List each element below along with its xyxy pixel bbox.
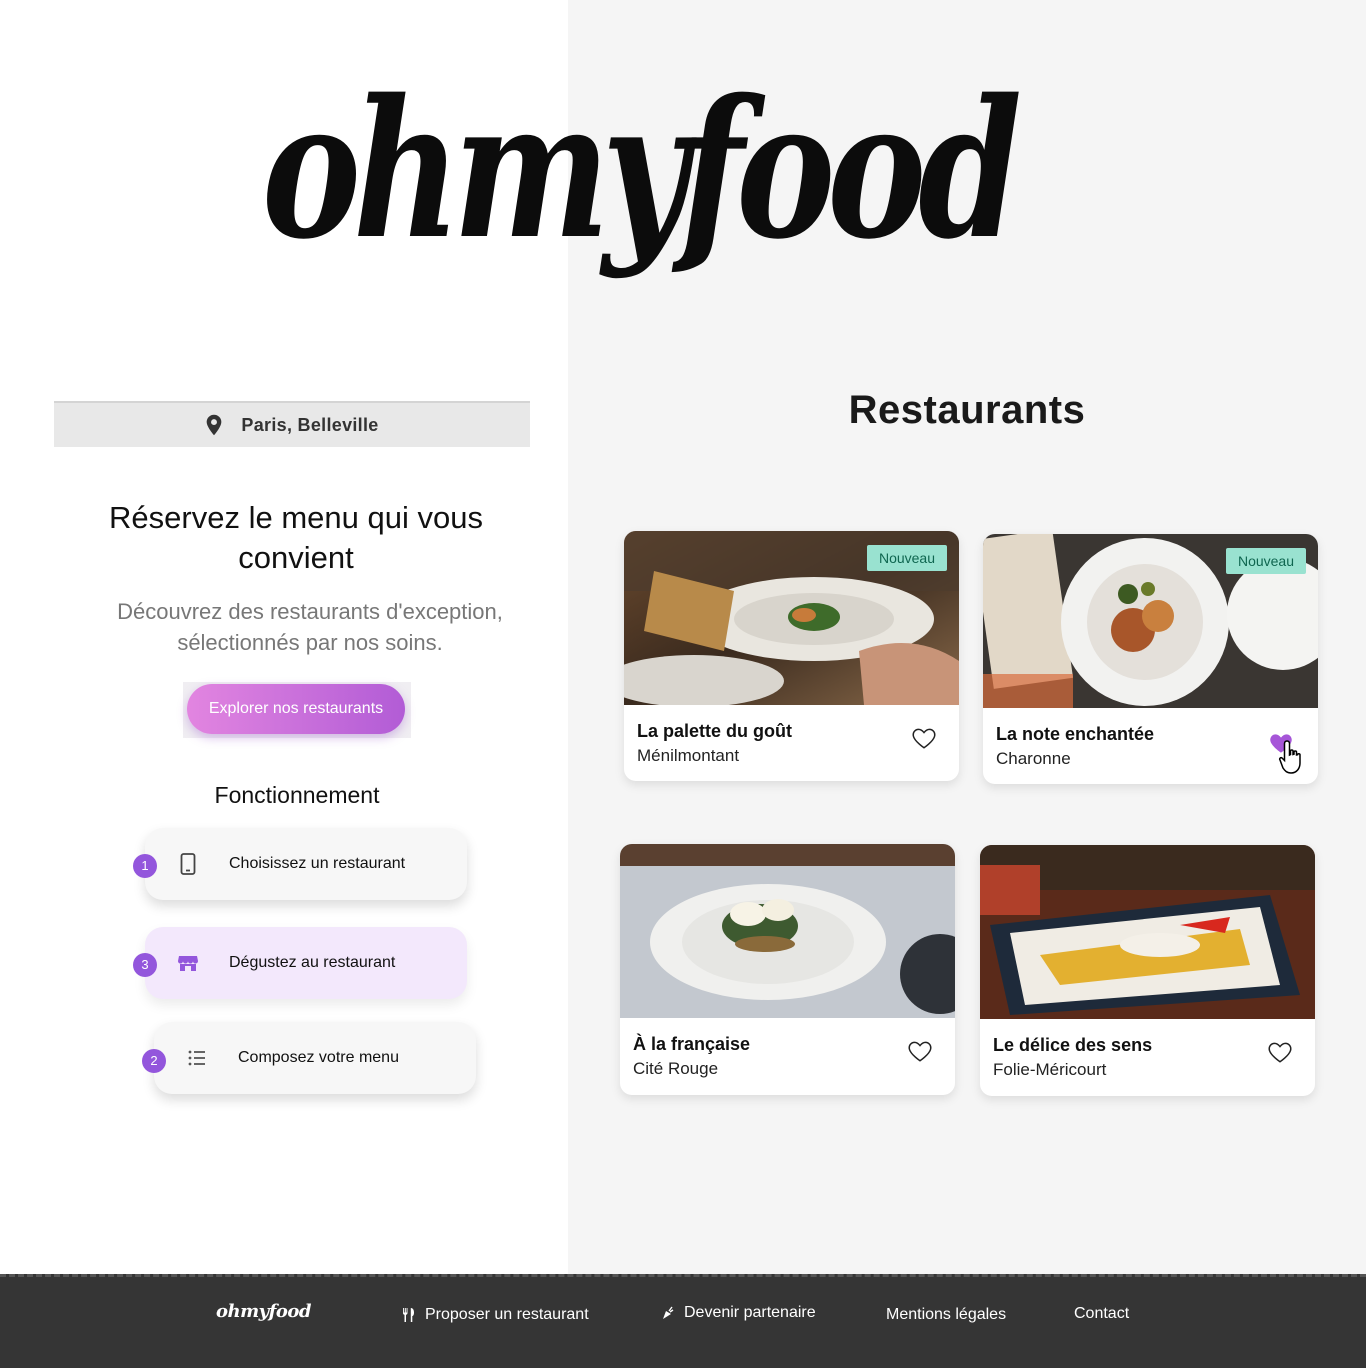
ohmyfood-logo: ohmyfood	[262, 58, 1022, 281]
storefront-icon	[177, 952, 199, 974]
step-taste-restaurant: Dégustez au restaurant	[145, 927, 467, 999]
explore-restaurants-button[interactable]: Explorer nos restaurants	[187, 684, 405, 734]
footer-link-label: Devenir partenaire	[684, 1304, 816, 1321]
hero-subtitle: Découvrez des restaurants d'exception, s…	[117, 599, 503, 655]
restaurant-area: Ménilmontant	[637, 746, 740, 765]
restaurants-title: Restaurants	[848, 388, 1086, 432]
how-it-works-title: Fonctionnement	[214, 782, 380, 808]
restaurant-area: Cité Rouge	[633, 1059, 719, 1078]
step-number-badge: 3	[133, 953, 157, 977]
footer: ohmyfood Proposer un restaurant Devenir …	[0, 1274, 1366, 1368]
step-label: Composez votre menu	[238, 1049, 399, 1066]
fork-knife-icon	[403, 1308, 414, 1322]
footer-link-label: Contact	[1074, 1305, 1130, 1322]
restaurant-card[interactable]: Le délice des sens Folie-Méricourt	[980, 845, 1315, 1096]
restaurant-area: Folie-Méricourt	[993, 1060, 1107, 1079]
footer-link-propose-restaurant[interactable]: Proposer un restaurant	[402, 1306, 589, 1324]
restaurant-photo	[620, 844, 955, 1018]
step-number-badge: 2	[142, 1049, 166, 1073]
footer-logo[interactable]: ohmyfood	[216, 1301, 311, 1322]
step-compose-menu: Composez votre menu	[154, 1022, 476, 1094]
footer-link-become-partner[interactable]: Devenir partenaire	[662, 1304, 816, 1322]
location-pin-icon	[207, 414, 222, 436]
restaurant-name: La palette du goût	[637, 721, 792, 741]
carrot-icon	[663, 1306, 674, 1319]
new-badge: Nouveau	[866, 545, 947, 571]
footer-link-contact[interactable]: Contact	[1074, 1305, 1129, 1323]
restaurant-name: À la française	[633, 1034, 751, 1054]
heart-icon[interactable]	[911, 725, 937, 751]
footer-link-label: Proposer un restaurant	[425, 1306, 589, 1323]
pointer-hand-icon	[1278, 740, 1301, 774]
step-choose-restaurant: Choisissez un restaurant	[145, 828, 467, 900]
restaurant-name: La note enchantée	[996, 724, 1155, 744]
footer-link-label: Mentions légales	[886, 1306, 1007, 1323]
restaurant-area: Charonne	[996, 749, 1071, 768]
step-label: Dégustez au restaurant	[229, 954, 396, 971]
restaurant-name: Le délice des sens	[993, 1035, 1153, 1055]
heart-icon[interactable]	[907, 1038, 933, 1064]
restaurant-card[interactable]: À la française Cité Rouge	[620, 844, 955, 1095]
location-label: Paris, Belleville	[241, 414, 379, 435]
hero-title: Réservez le menu qui vous convient	[109, 500, 483, 575]
list-icon	[186, 1047, 208, 1069]
heart-icon[interactable]	[1267, 1039, 1293, 1065]
restaurant-photo	[980, 845, 1315, 1019]
restaurant-card[interactable]: Nouveau La palette du goût Ménilmontant	[624, 531, 959, 781]
restaurant-card[interactable]: Nouveau La note enchantée Charonne	[983, 534, 1318, 784]
new-badge: Nouveau	[1225, 548, 1306, 574]
step-label: Choisissez un restaurant	[229, 855, 406, 872]
footer-link-legal[interactable]: Mentions légales	[886, 1306, 1006, 1324]
step-number-badge: 1	[133, 854, 157, 878]
location-bar[interactable]: Paris, Belleville	[54, 401, 530, 447]
smartphone-icon	[177, 853, 199, 875]
